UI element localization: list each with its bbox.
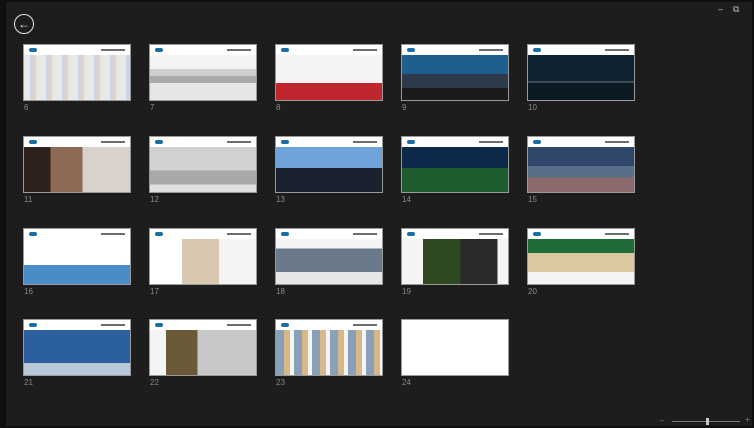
slide-content — [276, 330, 382, 375]
slide-content — [24, 330, 130, 375]
slide-header-bar — [276, 320, 382, 330]
slide-thumbnail[interactable] — [527, 44, 635, 101]
slide-number: 6 — [24, 103, 29, 112]
minimize-button[interactable]: – — [718, 4, 723, 14]
slide-thumbnail[interactable] — [275, 319, 383, 376]
slide-thumbnail[interactable] — [527, 228, 635, 285]
slide-content — [150, 147, 256, 192]
slide-number: 9 — [402, 103, 407, 112]
slide-thumbnail[interactable] — [527, 136, 635, 193]
slide-header-bar — [276, 229, 382, 239]
slide-thumbnail[interactable] — [401, 44, 509, 101]
slide-content — [150, 330, 256, 375]
slide-content — [150, 239, 256, 284]
slide-header-bar — [528, 229, 634, 239]
slide-number: 24 — [402, 378, 411, 387]
zoom-out-button[interactable]: – — [660, 416, 664, 425]
slide-content — [24, 55, 130, 100]
slide-thumbnail[interactable] — [401, 228, 509, 285]
slide-content — [402, 330, 508, 375]
slide-number: 16 — [24, 287, 33, 296]
slide-header-bar — [528, 45, 634, 55]
slide-thumbnail[interactable] — [23, 136, 131, 193]
slide-header-bar — [402, 229, 508, 239]
slide-number: 11 — [24, 195, 33, 204]
slide-content — [24, 239, 130, 284]
slide-content — [402, 147, 508, 192]
slide-thumbnail[interactable] — [401, 319, 509, 376]
slide-number: 17 — [150, 287, 159, 296]
slide-content — [528, 147, 634, 192]
slide-header-bar — [402, 45, 508, 55]
slide-number: 10 — [528, 103, 537, 112]
slide-content — [402, 239, 508, 284]
zoom-slider-thumb[interactable] — [706, 418, 709, 425]
slide-content — [528, 239, 634, 284]
slide-header-bar — [24, 137, 130, 147]
slide-thumbnail[interactable] — [401, 136, 509, 193]
slide-thumbnail[interactable] — [149, 136, 257, 193]
slide-header-bar — [276, 45, 382, 55]
slide-content — [276, 55, 382, 100]
slide-header-bar — [24, 229, 130, 239]
slide-header-bar — [528, 137, 634, 147]
slide-number: 12 — [150, 195, 159, 204]
back-arrow-icon: ← — [18, 17, 30, 31]
slide-thumbnail[interactable] — [275, 44, 383, 101]
restore-button[interactable]: ⧉ — [733, 4, 739, 15]
slide-number: 7 — [150, 103, 155, 112]
slide-header-bar — [24, 320, 130, 330]
slide-header-bar — [276, 137, 382, 147]
slide-number: 13 — [276, 195, 285, 204]
slide-thumbnail[interactable] — [23, 319, 131, 376]
slide-header-bar — [150, 137, 256, 147]
slide-thumbnail[interactable] — [23, 228, 131, 285]
slide-header-bar — [150, 45, 256, 55]
zoom-in-button[interactable]: + — [745, 415, 750, 424]
slide-thumbnail[interactable] — [275, 136, 383, 193]
slide-header-bar — [402, 137, 508, 147]
back-button[interactable]: ← — [14, 14, 34, 34]
slide-number: 14 — [402, 195, 411, 204]
slide-thumbnail[interactable] — [149, 319, 257, 376]
slide-number: 21 — [24, 378, 33, 387]
slide-number: 20 — [528, 287, 537, 296]
slide-number: 8 — [276, 103, 281, 112]
slide-header-bar — [150, 320, 256, 330]
slide-content — [276, 239, 382, 284]
slide-number: 18 — [276, 287, 285, 296]
slide-number: 15 — [528, 195, 537, 204]
slide-header-bar — [24, 45, 130, 55]
slide-thumbnail[interactable] — [275, 228, 383, 285]
slide-number: 19 — [402, 287, 411, 296]
slide-content — [150, 55, 256, 100]
slide-header-bar — [150, 229, 256, 239]
slide-number: 22 — [150, 378, 159, 387]
slide-content — [528, 55, 634, 100]
slide-content — [24, 147, 130, 192]
slide-thumbnail[interactable] — [149, 44, 257, 101]
slide-thumbnail[interactable] — [149, 228, 257, 285]
slide-content — [402, 55, 508, 100]
slide-thumbnail[interactable] — [23, 44, 131, 101]
slide-number: 23 — [276, 378, 285, 387]
slide-content — [276, 147, 382, 192]
